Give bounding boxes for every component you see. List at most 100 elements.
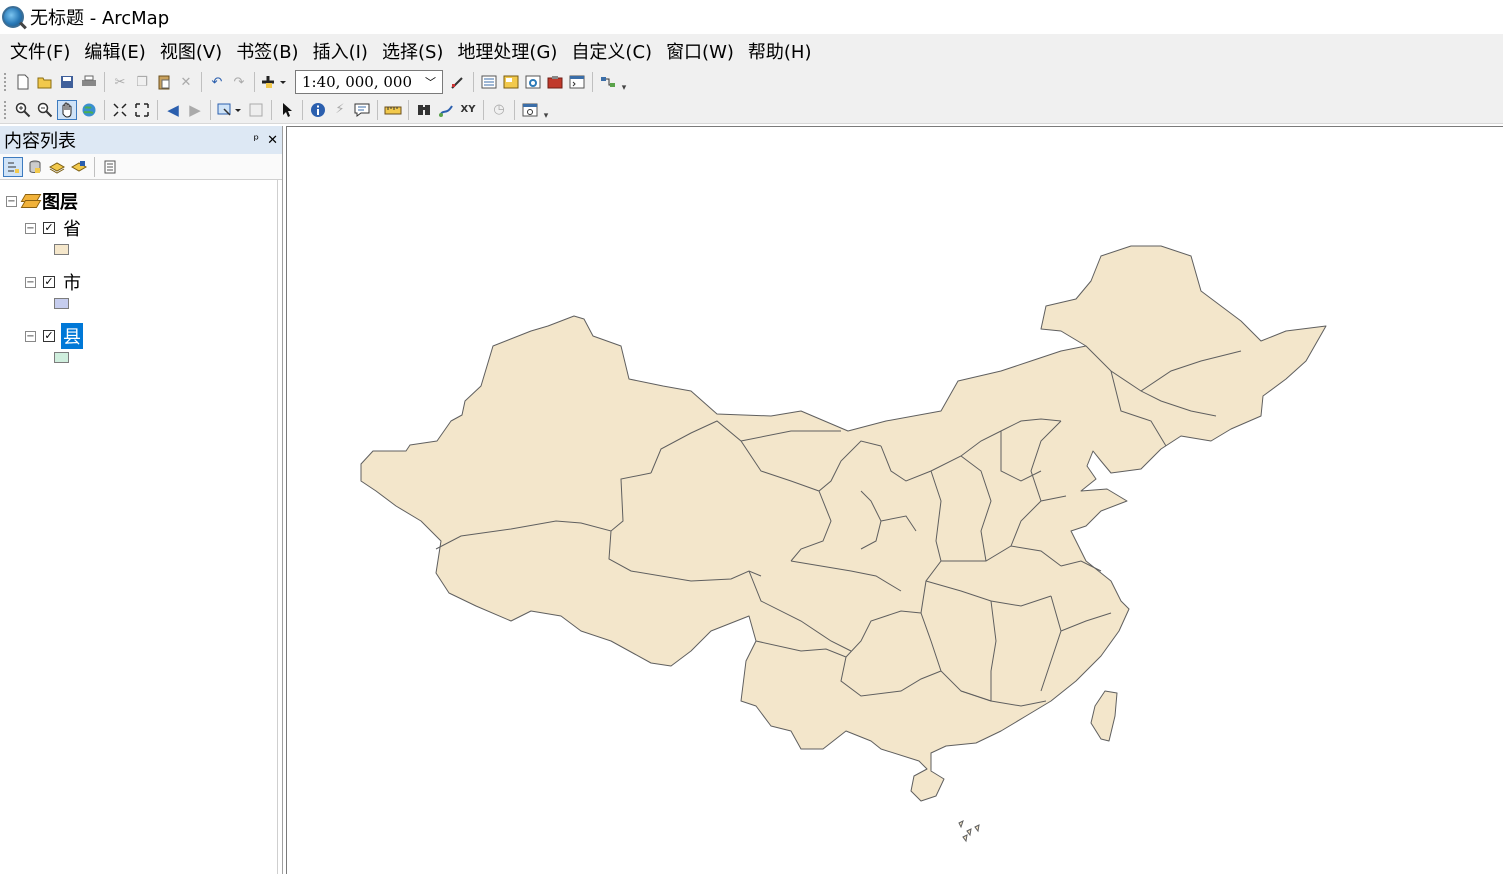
paste-icon[interactable]	[154, 72, 174, 92]
menu-help[interactable]: 帮助(H)	[742, 38, 820, 64]
close-icon[interactable]: ✕	[267, 133, 278, 148]
toolbar-separator	[302, 99, 303, 120]
undo-icon[interactable]: ↶	[207, 72, 227, 92]
toolbar-options-button[interactable]: ▾	[619, 71, 629, 93]
china-mainland-shape	[360, 245, 1327, 802]
editor-toolbar-icon[interactable]	[448, 72, 468, 92]
forward-extent-icon[interactable]: ▶	[185, 100, 205, 120]
add-data-icon[interactable]	[260, 72, 290, 92]
toolbar-separator	[104, 99, 105, 120]
back-extent-icon[interactable]: ◀	[163, 100, 183, 120]
layer-visibility-checkbox[interactable]: ✓	[43, 222, 55, 234]
options-icon[interactable]	[100, 157, 120, 177]
china-province-map[interactable]	[287, 127, 1503, 875]
identify-icon[interactable]	[308, 100, 328, 120]
save-icon[interactable]	[57, 72, 77, 92]
zoom-out-icon[interactable]	[35, 100, 55, 120]
list-by-source-icon[interactable]	[25, 157, 45, 177]
toc-header: 内容列表 ᵖ ✕	[0, 126, 282, 154]
map-scale-value: 1:40, 000, 000	[302, 73, 413, 91]
data-frame-row[interactable]: − 图层	[6, 188, 78, 214]
data-frame-name[interactable]: 图层	[42, 188, 78, 214]
toolbar-separator	[473, 72, 474, 92]
south-china-sea-islands	[958, 820, 980, 843]
new-document-icon[interactable]	[13, 72, 33, 92]
toolbar-separator	[514, 99, 515, 120]
viewer-window-icon[interactable]	[520, 100, 540, 120]
time-slider-icon[interactable]: ◷	[489, 100, 509, 120]
standard-toolbar: ✂ ❐ ✕ ↶ ↷ 1:40, 000, 000 ﹀ ▾	[0, 68, 1503, 96]
map-scale-dropdown[interactable]: 1:40, 000, 000 ﹀	[295, 70, 443, 94]
python-window-icon[interactable]	[567, 72, 587, 92]
zoom-in-icon[interactable]	[13, 100, 33, 120]
toolbar-separator	[157, 99, 158, 120]
list-by-selection-icon[interactable]	[69, 157, 89, 177]
menu-insert[interactable]: 插入(I)	[307, 38, 376, 64]
list-by-visibility-icon[interactable]	[47, 157, 67, 177]
delete-icon[interactable]: ✕	[176, 72, 196, 92]
toolbar-grip[interactable]	[4, 73, 10, 91]
layer-name[interactable]: 县	[61, 323, 83, 349]
menu-bookmarks[interactable]: 书签(B)	[230, 38, 306, 64]
find-route-icon[interactable]	[436, 100, 456, 120]
layer-visibility-checkbox[interactable]: ✓	[43, 276, 55, 288]
arctoolbox-icon[interactable]	[545, 72, 565, 92]
model-builder-icon[interactable]	[598, 72, 618, 92]
window-title: 无标题 - ArcMap	[30, 8, 170, 29]
toc-toolbar	[0, 154, 282, 180]
toc-title: 内容列表	[4, 131, 76, 152]
toolbar-options-button[interactable]: ▾	[541, 99, 551, 121]
layer-row-city[interactable]: − ✓ 市	[25, 269, 83, 295]
catalog-window-icon[interactable]	[501, 72, 521, 92]
toc-window-icon[interactable]	[479, 72, 499, 92]
layer-name[interactable]: 省	[61, 215, 83, 241]
menu-customize[interactable]: 自定义(C)	[565, 38, 660, 64]
collapse-icon[interactable]: −	[25, 222, 36, 234]
layer-row-province[interactable]: − ✓ 省	[25, 215, 83, 241]
toolbar-grip[interactable]	[4, 100, 10, 119]
chevron-down-icon: ﹀	[425, 76, 436, 89]
print-icon[interactable]	[79, 72, 99, 92]
search-window-icon[interactable]	[523, 72, 543, 92]
collapse-icon[interactable]: −	[6, 195, 17, 207]
list-by-drawing-order-icon[interactable]	[3, 156, 23, 177]
arcmap-app-icon	[2, 6, 24, 28]
legend-swatch-province[interactable]	[54, 244, 69, 255]
pin-icon[interactable]: ᵖ	[254, 133, 260, 148]
menu-edit[interactable]: 编辑(E)	[78, 38, 153, 64]
toolbar-separator	[104, 72, 105, 92]
toolbar-separator	[271, 99, 272, 120]
collapse-icon[interactable]: −	[25, 330, 36, 342]
find-icon[interactable]	[414, 100, 434, 120]
layers-icon	[22, 194, 38, 208]
map-display[interactable]	[286, 126, 1503, 874]
html-popup-icon[interactable]	[352, 100, 372, 120]
layer-name[interactable]: 市	[61, 269, 83, 295]
copy-icon[interactable]: ❐	[132, 72, 152, 92]
layer-row-county[interactable]: − ✓ 县	[25, 323, 83, 349]
collapse-icon[interactable]: −	[25, 276, 36, 288]
toolbar-separator	[377, 99, 378, 120]
redo-icon[interactable]: ↷	[229, 72, 249, 92]
hyperlink-icon[interactable]: ⚡	[330, 100, 350, 120]
clear-selection-icon[interactable]	[246, 100, 266, 120]
menu-windows[interactable]: 窗口(W)	[660, 38, 742, 64]
menu-selection[interactable]: 选择(S)	[376, 38, 451, 64]
select-elements-icon[interactable]	[277, 100, 297, 120]
legend-swatch-county[interactable]	[54, 352, 69, 363]
layer-visibility-checkbox[interactable]: ✓	[43, 330, 55, 342]
fixed-zoom-in-icon[interactable]	[110, 100, 130, 120]
full-extent-icon[interactable]	[79, 100, 99, 120]
legend-swatch-city[interactable]	[54, 298, 69, 309]
menu-geoprocessing[interactable]: 地理处理(G)	[451, 38, 565, 64]
pan-icon[interactable]	[57, 99, 77, 120]
fixed-zoom-out-icon[interactable]	[132, 100, 152, 120]
cut-icon[interactable]: ✂	[110, 72, 130, 92]
menu-view[interactable]: 视图(V)	[154, 38, 230, 64]
toolbar-separator	[483, 99, 484, 120]
goto-xy-icon[interactable]: XY	[458, 100, 478, 120]
menu-file[interactable]: 文件(F)	[4, 38, 78, 64]
measure-icon[interactable]	[383, 100, 403, 120]
select-features-icon[interactable]	[216, 100, 244, 120]
open-icon[interactable]	[35, 72, 55, 92]
